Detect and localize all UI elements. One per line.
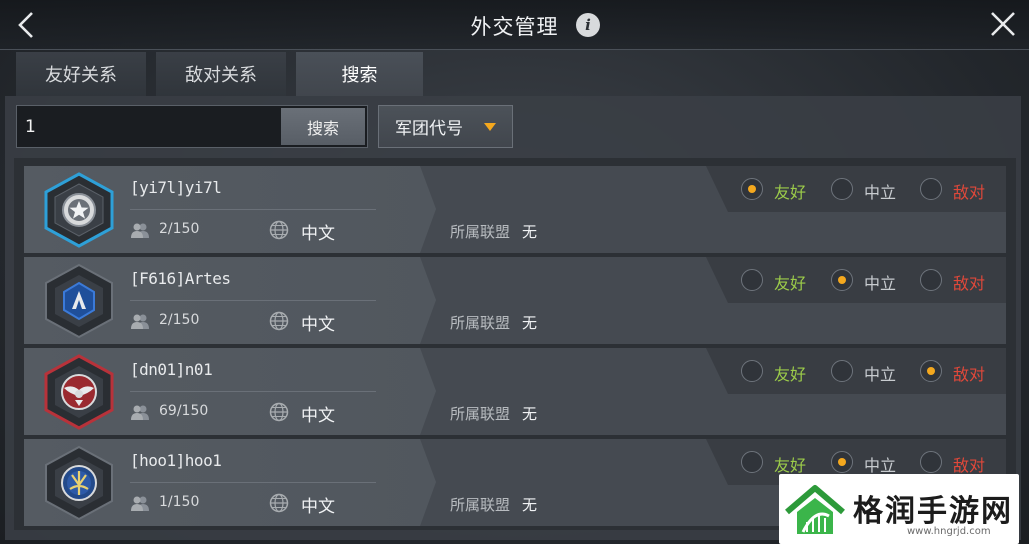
- a-emblem-icon: [45, 263, 113, 339]
- radio-neutral[interactable]: [831, 451, 853, 473]
- house-logo-icon: [785, 485, 845, 534]
- radio-hostile[interactable]: [920, 360, 942, 382]
- info-icon[interactable]: i: [576, 13, 600, 37]
- watermark: 格润手游网 www.hngrjd.com: [779, 474, 1019, 544]
- dropdown-selected: 军团代号: [395, 119, 463, 139]
- legion-name: [hoo1]hoo1: [130, 451, 222, 470]
- alliance-value: 无: [522, 314, 538, 332]
- radio-neutral[interactable]: [831, 269, 853, 291]
- members-icon: [131, 496, 149, 511]
- close-icon: [991, 12, 1015, 36]
- label-hostile: 敌对: [953, 274, 986, 293]
- label-neutral: 中立: [864, 365, 897, 384]
- radio-friendly[interactable]: [741, 269, 763, 291]
- tab-bar: 友好关系 敌对关系 搜索: [16, 52, 433, 96]
- members-count: 2/150: [159, 221, 200, 237]
- members-count: 2/150: [159, 312, 200, 328]
- watermark-text: 格润手游网: [853, 494, 1013, 529]
- caret-down-icon: [484, 123, 496, 131]
- language: 中文: [301, 497, 335, 517]
- globe-icon: [269, 220, 289, 240]
- radio-friendly[interactable]: [741, 360, 763, 382]
- divider: [130, 300, 376, 301]
- legion-name: [yi7l]yi7l: [130, 178, 222, 197]
- radio-friendly[interactable]: [741, 451, 763, 473]
- label-hostile: 敌对: [953, 456, 986, 475]
- alliance-label: 所属联盟: [450, 314, 511, 332]
- members-icon: [131, 314, 149, 329]
- search-button[interactable]: 搜索: [281, 108, 365, 145]
- alliance-value: 无: [522, 405, 538, 423]
- page-title: 外交管理: [470, 15, 559, 39]
- alliance-label: 所属联盟: [450, 496, 511, 514]
- radio-hostile[interactable]: [920, 451, 942, 473]
- top-bar: 外交管理 i: [0, 0, 1029, 50]
- watermark-url: www.hngrjd.com: [907, 526, 991, 537]
- label-neutral: 中立: [864, 274, 897, 293]
- radio-hostile[interactable]: [920, 178, 942, 200]
- radio-friendly[interactable]: [741, 178, 763, 200]
- eagle-emblem-icon: [44, 354, 114, 430]
- radio-hostile[interactable]: [920, 269, 942, 291]
- alliance-label: 所属联盟: [450, 223, 511, 241]
- globe-icon: [269, 402, 289, 422]
- tab-friendly-relations[interactable]: 友好关系: [16, 52, 146, 96]
- result-row[interactable]: [F616]Artes 2/150 中文 所属联盟 无 友好 中立 敌对: [24, 257, 1006, 344]
- label-friendly: 友好: [774, 365, 807, 384]
- language: 中文: [301, 315, 335, 335]
- label-hostile: 敌对: [953, 183, 986, 202]
- tab-search[interactable]: 搜索: [296, 52, 423, 96]
- result-row[interactable]: [dn01]n01 69/150 中文 所属联盟 无 友好 中立 敌对: [24, 348, 1006, 435]
- tab-hostile-relations[interactable]: 敌对关系: [156, 52, 286, 96]
- search-input[interactable]: [17, 106, 281, 147]
- radio-neutral[interactable]: [831, 178, 853, 200]
- label-hostile: 敌对: [953, 365, 986, 384]
- close-button[interactable]: [985, 6, 1021, 42]
- members-icon: [131, 223, 149, 238]
- globe-icon: [269, 493, 289, 513]
- star-emblem-icon: [44, 172, 114, 248]
- language: 中文: [301, 224, 335, 244]
- label-friendly: 友好: [774, 456, 807, 475]
- search-box: 搜索: [16, 105, 368, 148]
- search-type-dropdown[interactable]: 军团代号: [378, 105, 513, 148]
- divider: [130, 482, 376, 483]
- label-neutral: 中立: [864, 183, 897, 202]
- radio-neutral[interactable]: [831, 360, 853, 382]
- divider: [130, 391, 376, 392]
- legion-name: [dn01]n01: [130, 360, 213, 379]
- divider: [130, 209, 376, 210]
- trident-emblem-icon: [45, 445, 113, 521]
- members-count: 1/150: [159, 494, 200, 510]
- globe-icon: [269, 311, 289, 331]
- label-friendly: 友好: [774, 183, 807, 202]
- result-row[interactable]: [yi7l]yi7l 2/150 中文 所属联盟 无 友好 中立 敌对: [24, 166, 1006, 253]
- alliance-value: 无: [522, 223, 538, 241]
- alliance-label: 所属联盟: [450, 405, 511, 423]
- label-friendly: 友好: [774, 274, 807, 293]
- members-count: 69/150: [159, 403, 209, 419]
- members-icon: [131, 405, 149, 420]
- language: 中文: [301, 406, 335, 426]
- label-neutral: 中立: [864, 456, 897, 475]
- alliance-value: 无: [522, 496, 538, 514]
- legion-name: [F616]Artes: [130, 269, 231, 288]
